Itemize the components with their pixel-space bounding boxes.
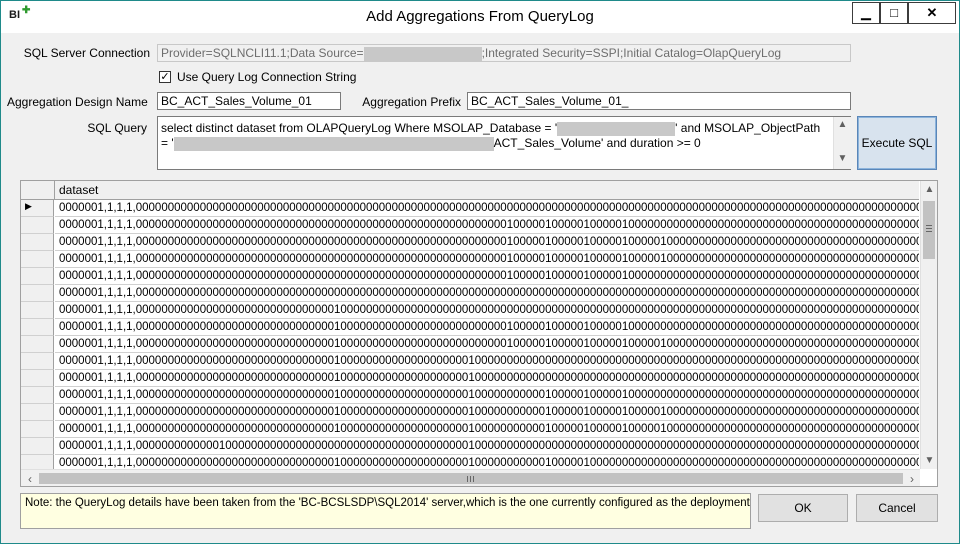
- maximize-icon: □: [890, 5, 898, 20]
- grid-horizontal-scrollbar[interactable]: ‹ ›: [21, 469, 920, 486]
- use-querylog-label: Use Query Log Connection String: [177, 70, 357, 84]
- dataset-cell[interactable]: 0000001,1,1,1,00000000000000000000000000…: [55, 302, 919, 319]
- dataset-cell[interactable]: 0000001,1,1,1,00000000000000000000000000…: [55, 421, 919, 438]
- dataset-cell[interactable]: 0000001,1,1,1,00000000000001000000000000…: [55, 438, 919, 455]
- table-row[interactable]: 0000001,1,1,1,00000000000000000000000000…: [21, 319, 919, 336]
- cancel-button[interactable]: Cancel: [856, 494, 938, 522]
- sql-scrollbar[interactable]: ▲ ▼: [833, 117, 851, 169]
- minimize-button[interactable]: ▁: [852, 2, 880, 24]
- row-header[interactable]: [21, 353, 54, 370]
- table-row[interactable]: 0000001,1,1,1,00000000000000000000000000…: [21, 285, 919, 302]
- row-header[interactable]: [21, 251, 54, 268]
- dataset-cell[interactable]: 0000001,1,1,1,00000000000000000000000000…: [55, 353, 919, 370]
- table-row[interactable]: ▶ 0000001,1,1,1,0000000000000000000000000…: [21, 200, 919, 217]
- scroll-down-icon[interactable]: ▼: [834, 153, 851, 164]
- table-row[interactable]: 0000001,1,1,1,00000000000000000000000000…: [21, 336, 919, 353]
- prefix-label: Aggregation Prefix: [362, 95, 461, 109]
- checkmark-icon: ✓: [160, 71, 170, 83]
- minimize-icon: ▁: [861, 5, 871, 20]
- dataset-cell[interactable]: 0000001,1,1,1,00000000000000000000000000…: [55, 200, 919, 217]
- execute-sql-button[interactable]: Execute SQL: [857, 116, 937, 170]
- table-row[interactable]: 0000001,1,1,1,00000000000000000000000000…: [21, 370, 919, 387]
- dataset-cell[interactable]: 0000001,1,1,1,00000000000000000000000000…: [55, 319, 919, 336]
- dataset-cell[interactable]: 0000001,1,1,1,00000000000000000000000000…: [55, 336, 919, 353]
- dataset-cell[interactable]: 0000001,1,1,1,00000000000000000000000000…: [55, 217, 919, 234]
- table-row[interactable]: 0000001,1,1,1,00000000000000000000000000…: [21, 234, 919, 251]
- grid-rows: ▶ 0000001,1,1,1,0000000000000000000000000…: [21, 200, 919, 470]
- redacted-block: [173, 136, 494, 151]
- row-header[interactable]: [21, 336, 54, 353]
- connection-string-field[interactable]: Provider=SQLNCLI11.1;Data Source= ;Integr…: [157, 44, 851, 62]
- grid-corner: [21, 181, 55, 199]
- dataset-cell[interactable]: 0000001,1,1,1,00000000000000000000000000…: [55, 387, 919, 404]
- dialog-content: SQL Server Connection Provider=SQLNCLI11…: [7, 33, 953, 537]
- grid-header: dataset: [21, 181, 919, 200]
- current-row-icon: ▶: [25, 201, 32, 211]
- grid-vertical-scrollbar[interactable]: ▲ ▼: [920, 181, 937, 469]
- column-header-dataset[interactable]: dataset: [59, 183, 98, 197]
- window-title: Add Aggregations From QueryLog: [366, 8, 594, 25]
- design-name-label: Aggregation Design Name: [7, 95, 148, 109]
- table-row[interactable]: 0000001,1,1,1,00000000000000000000000000…: [21, 404, 919, 421]
- sql-query-label: SQL Query: [87, 121, 147, 135]
- dialog-window: BI ✚ Add Aggregations From QueryLog ▁ □ ✕…: [0, 0, 960, 544]
- dataset-cell[interactable]: 0000001,1,1,1,00000000000000000000000000…: [55, 268, 919, 285]
- table-row[interactable]: 0000001,1,1,1,00000000000001000000000000…: [21, 438, 919, 455]
- scroll-up-icon[interactable]: ▲: [921, 184, 937, 195]
- row-header[interactable]: [21, 217, 54, 234]
- dataset-cell[interactable]: 0000001,1,1,1,00000000000000000000000000…: [55, 234, 919, 251]
- maximize-button[interactable]: □: [880, 2, 908, 24]
- row-header[interactable]: [21, 438, 54, 455]
- row-header[interactable]: [21, 234, 54, 251]
- scroll-thumb[interactable]: [923, 201, 935, 259]
- prefix-input[interactable]: BC_ACT_Sales_Volume_01_: [467, 92, 851, 110]
- table-row[interactable]: 0000001,1,1,1,00000000000000000000000000…: [21, 268, 919, 285]
- table-row[interactable]: 0000001,1,1,1,00000000000000000000000000…: [21, 455, 919, 470]
- redacted-block: [557, 121, 676, 136]
- design-name-input[interactable]: BC_ACT_Sales_Volume_01: [157, 92, 341, 110]
- dataset-cell[interactable]: 0000001,1,1,1,00000000000000000000000000…: [55, 285, 919, 302]
- table-row[interactable]: 0000001,1,1,1,00000000000000000000000000…: [21, 353, 919, 370]
- connection-label: SQL Server Connection: [23, 46, 150, 60]
- h-scroll-thumb[interactable]: [39, 473, 903, 484]
- row-header[interactable]: [21, 455, 54, 470]
- dataset-cell[interactable]: 0000001,1,1,1,00000000000000000000000000…: [55, 404, 919, 421]
- row-header[interactable]: [21, 370, 54, 387]
- row-header[interactable]: [21, 302, 54, 319]
- scroll-down-icon[interactable]: ▼: [921, 455, 937, 466]
- dataset-cell[interactable]: 0000001,1,1,1,00000000000000000000000000…: [55, 251, 919, 268]
- row-header[interactable]: [21, 421, 54, 438]
- row-header[interactable]: ▶: [21, 200, 54, 217]
- table-row[interactable]: 0000001,1,1,1,00000000000000000000000000…: [21, 302, 919, 319]
- scroll-up-icon[interactable]: ▲: [834, 119, 851, 130]
- deployment-note: Note: the QueryLog details have been tak…: [20, 493, 751, 529]
- row-header[interactable]: [21, 319, 54, 336]
- dataset-cell[interactable]: 0000001,1,1,1,00000000000000000000000000…: [55, 370, 919, 387]
- close-icon: ✕: [926, 5, 938, 20]
- dataset-cell[interactable]: 0000001,1,1,1,00000000000000000000000000…: [55, 455, 919, 470]
- table-row[interactable]: 0000001,1,1,1,00000000000000000000000000…: [21, 217, 919, 234]
- close-button[interactable]: ✕: [908, 2, 956, 24]
- table-row[interactable]: 0000001,1,1,1,00000000000000000000000000…: [21, 387, 919, 404]
- row-header[interactable]: [21, 404, 54, 421]
- row-header[interactable]: [21, 387, 54, 404]
- table-row[interactable]: 0000001,1,1,1,00000000000000000000000000…: [21, 421, 919, 438]
- scroll-left-icon[interactable]: ‹: [23, 472, 37, 486]
- ok-button[interactable]: OK: [758, 494, 848, 522]
- use-querylog-checkbox[interactable]: ✓: [159, 71, 171, 83]
- table-row[interactable]: 0000001,1,1,1,00000000000000000000000000…: [21, 251, 919, 268]
- results-grid[interactable]: dataset ▶ 0000001,1,1,1,00000000000000000…: [20, 180, 938, 487]
- title-bar[interactable]: BI ✚ Add Aggregations From QueryLog ▁ □ ✕: [1, 1, 959, 33]
- row-header[interactable]: [21, 285, 54, 302]
- sql-query-textarea[interactable]: select distinct dataset from OLAPQueryLo…: [157, 116, 851, 170]
- row-header[interactable]: [21, 268, 54, 285]
- redacted-block: [363, 46, 482, 61]
- scroll-right-icon[interactable]: ›: [905, 472, 919, 486]
